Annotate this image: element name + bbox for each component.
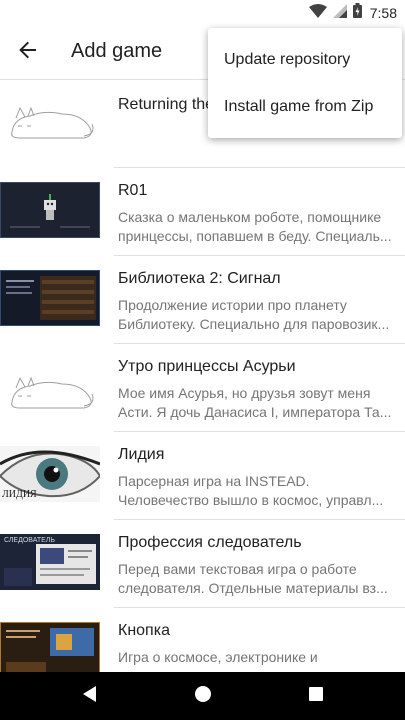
game-title: Библиотека 2: Сигнал bbox=[118, 270, 281, 287]
game-item-morning-princess-asuria[interactable]: Утро принцессы Асурьи Мое имя Асурья, но… bbox=[0, 344, 405, 432]
game-thumbnail bbox=[0, 182, 100, 238]
game-description: Игра о космосе, электронике и приключени… bbox=[118, 649, 318, 672]
game-thumbnail bbox=[0, 358, 100, 418]
thumbnail-caption: лидия bbox=[2, 489, 37, 500]
nav-home-button[interactable] bbox=[191, 684, 215, 708]
game-thumbnail bbox=[0, 88, 100, 148]
signal-icon bbox=[332, 3, 347, 23]
navigation-bar bbox=[0, 672, 405, 720]
game-thumbnail: следователь bbox=[0, 534, 100, 590]
status-icons: 7:58 bbox=[308, 3, 397, 23]
game-item-knopka[interactable]: Кнопка Игра о космосе, электронике и при… bbox=[0, 608, 405, 672]
nav-recents-button[interactable] bbox=[304, 684, 328, 708]
game-thumbnail: лидия bbox=[0, 446, 100, 502]
status-bar: 7:58 bbox=[0, 0, 405, 24]
game-item-r01[interactable]: R01 Сказка о маленьком роботе, помощнике… bbox=[0, 168, 405, 256]
game-title: Лидия bbox=[118, 446, 165, 463]
game-item-detective[interactable]: следователь Профессия следователь Перед … bbox=[0, 520, 405, 608]
recents-square-icon bbox=[308, 686, 324, 707]
game-description: Мое имя Асурья, но друзья зовут меня Аст… bbox=[118, 385, 392, 420]
thumbnail-caption: следователь bbox=[4, 537, 55, 544]
game-description: Сказка о маленьком роботе, помощнике при… bbox=[118, 209, 392, 244]
back-button[interactable] bbox=[10, 34, 46, 70]
home-circle-icon bbox=[194, 685, 212, 708]
status-time: 7:58 bbox=[369, 5, 397, 21]
game-item-lidia[interactable]: лидия Лидия Парсерная игра на INSTEAD. Ч… bbox=[0, 432, 405, 520]
battery-icon bbox=[352, 3, 362, 23]
game-title: Утро принцессы Асурьи bbox=[118, 358, 296, 375]
menu-item-install-game-from-zip[interactable]: Install game from Zip bbox=[208, 83, 402, 130]
back-triangle-icon bbox=[82, 685, 98, 708]
game-thumbnail bbox=[0, 270, 100, 326]
game-title: Профессия следователь bbox=[118, 534, 302, 551]
game-title: Кнопка bbox=[118, 622, 170, 639]
game-description: Продолжение истории про планету Библиоте… bbox=[118, 297, 390, 332]
page-title: Add game bbox=[71, 40, 163, 62]
game-description: Перед вами текстовая игра о работе следо… bbox=[118, 561, 388, 596]
menu-item-update-repository[interactable]: Update repository bbox=[208, 36, 402, 83]
game-description: Парсерная игра на INSTEAD. Человечество … bbox=[118, 473, 384, 508]
game-title: R01 bbox=[118, 182, 148, 199]
game-thumbnail bbox=[0, 622, 100, 672]
overflow-menu: Update repository Install game from Zip bbox=[208, 28, 402, 138]
wifi-icon bbox=[308, 3, 327, 23]
game-item-library-2[interactable]: Библиотека 2: Сигнал Продолжение истории… bbox=[0, 256, 405, 344]
nav-back-button[interactable] bbox=[78, 684, 102, 708]
arrow-back-icon bbox=[19, 41, 37, 64]
game-list[interactable]: Returning the Quantum Cat R01 Сказка о м… bbox=[0, 80, 405, 672]
